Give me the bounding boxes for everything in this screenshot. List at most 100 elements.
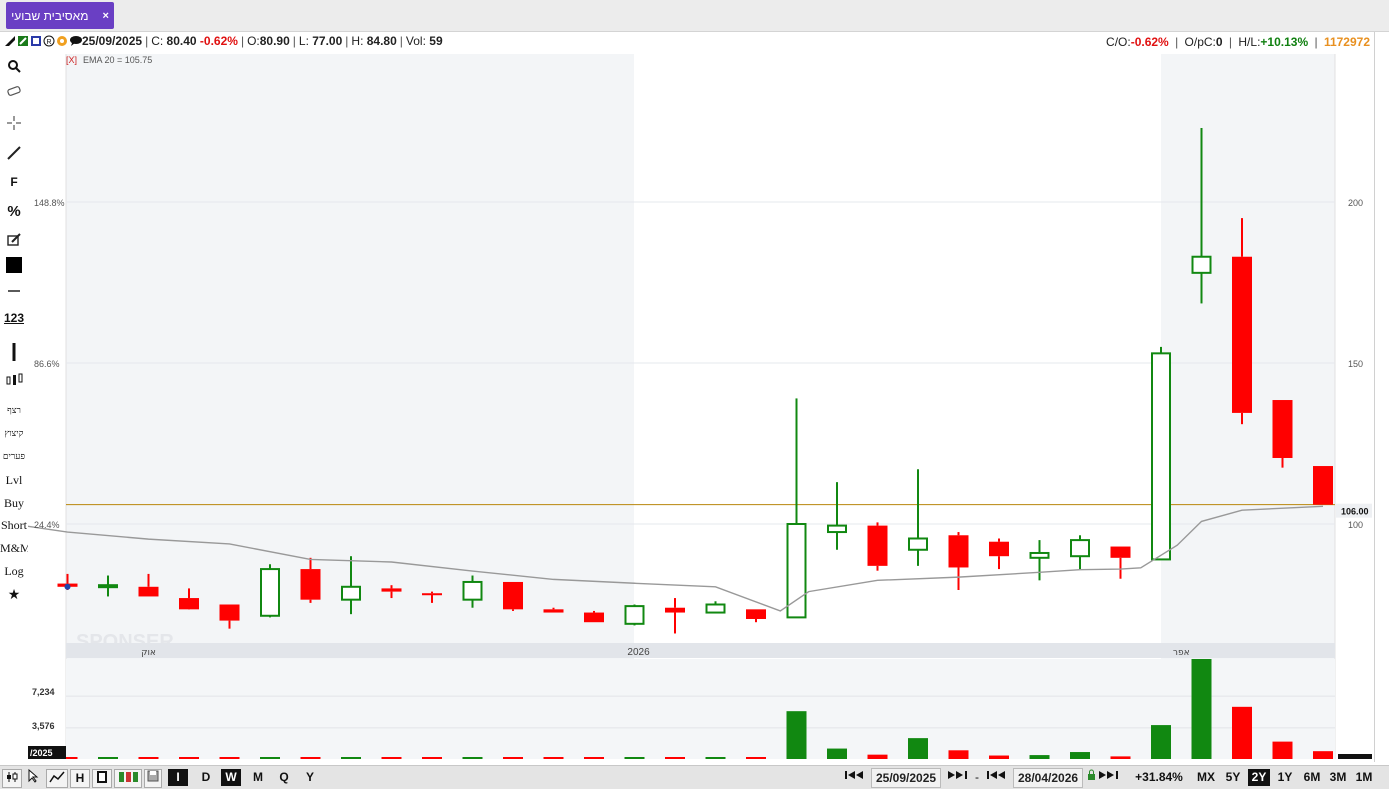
hlc-bar-icon[interactable]: H xyxy=(70,769,90,788)
candle-body-up xyxy=(341,585,361,601)
jump-first-icon[interactable] xyxy=(843,769,869,786)
opc-label: O/pC: xyxy=(1184,35,1216,49)
fibonacci-tool[interactable]: F xyxy=(0,175,28,189)
volume-bar xyxy=(665,757,685,759)
volume-bar xyxy=(543,757,564,759)
candle[interactable] xyxy=(260,564,280,618)
line-style-icon[interactable] xyxy=(0,285,28,299)
line-chart-icon[interactable] xyxy=(46,769,68,788)
y-tick-right: 150 xyxy=(1348,359,1363,369)
hollow-candle-icon[interactable] xyxy=(92,769,112,788)
toolbar-item-cut[interactable]: קיצוץ xyxy=(0,428,28,439)
toolbar-item-buy[interactable]: Buy xyxy=(0,496,28,511)
toolbar-item-gaps[interactable]: פערים xyxy=(0,451,28,462)
candle-body-down xyxy=(422,593,442,596)
candle[interactable] xyxy=(624,604,645,626)
candle-body-down xyxy=(948,535,969,568)
toolbar-item-short[interactable]: Short xyxy=(0,518,28,533)
candle[interactable] xyxy=(1151,346,1171,561)
candle[interactable] xyxy=(503,581,523,611)
registered-icon[interactable]: R xyxy=(43,35,55,47)
favorite-star-icon[interactable]: ★ xyxy=(0,586,28,603)
step-back-icon[interactable] xyxy=(985,769,1011,786)
candle[interactable] xyxy=(1272,400,1293,468)
candle[interactable] xyxy=(584,610,604,623)
lock-jump-last-icon[interactable] xyxy=(1086,769,1126,786)
candle[interactable] xyxy=(1313,466,1333,505)
y-tick-left: 148.8% xyxy=(34,198,65,208)
top-bar: מאסיבית שבועי × xyxy=(0,0,1389,32)
change-value: -0.62% xyxy=(199,34,238,48)
volume-bar xyxy=(1029,755,1050,759)
edit-icon[interactable] xyxy=(17,35,29,47)
eraser-icon[interactable] xyxy=(0,85,28,100)
indicators-icon[interactable] xyxy=(2,769,22,788)
vertical-line-icon[interactable] xyxy=(0,341,28,366)
range-2y[interactable]: 2Y xyxy=(1248,769,1270,786)
period-quarterly[interactable]: Q xyxy=(274,769,294,786)
draw-pen-icon[interactable] xyxy=(4,35,16,47)
crosshair-icon[interactable] xyxy=(0,115,28,134)
toolbar-item-lvl[interactable]: Lvl xyxy=(0,473,28,488)
volume-bar xyxy=(1313,751,1333,759)
date-from[interactable]: 25/09/2025 xyxy=(871,768,942,788)
percent-tool[interactable]: % xyxy=(0,203,28,220)
range-1y[interactable]: 1Y xyxy=(1274,769,1296,786)
candle-body-down xyxy=(1110,546,1131,558)
chart-tab[interactable]: מאסיבית שבועי × xyxy=(6,2,114,29)
candle-type-icon[interactable] xyxy=(0,372,28,391)
toolbar-item-log[interactable]: Log xyxy=(0,564,28,579)
right-scroll-edge[interactable] xyxy=(1374,32,1389,762)
period-monthly[interactable]: M xyxy=(248,769,268,786)
candle-body-up xyxy=(98,584,118,589)
color-candle-icon[interactable] xyxy=(114,769,142,788)
trendline-icon[interactable] xyxy=(0,145,28,164)
period-intraday[interactable]: I xyxy=(168,769,188,786)
candle-body-down xyxy=(138,586,159,597)
toolbar-item-sequence[interactable]: רצף xyxy=(0,405,28,416)
volume-bar xyxy=(1110,756,1131,759)
note-icon[interactable] xyxy=(0,233,28,250)
cursor-icon[interactable] xyxy=(24,768,42,786)
volume-bar xyxy=(260,757,280,759)
candle[interactable] xyxy=(867,522,888,571)
volume-bar xyxy=(462,757,483,759)
volume-bar xyxy=(705,757,726,759)
document-icon[interactable] xyxy=(30,35,42,47)
low-value: 77.00 xyxy=(312,34,343,48)
toolbar-item-mm[interactable]: M&M xyxy=(0,541,31,556)
range-max[interactable]: MX xyxy=(1194,769,1218,786)
range-6m[interactable]: 6M xyxy=(1300,769,1324,786)
save-icon[interactable] xyxy=(144,769,162,788)
volume-bar xyxy=(138,757,159,759)
indicator-toggle[interactable]: [X] xyxy=(66,55,77,65)
time-axis-band xyxy=(66,643,1335,658)
volume-tick-low: 3,576 xyxy=(32,721,55,731)
search-icon[interactable] xyxy=(0,59,28,76)
date-range-dash: - xyxy=(975,770,979,784)
x-label-apr: אפר xyxy=(1173,648,1190,658)
target-icon[interactable] xyxy=(56,35,68,47)
volume-bar xyxy=(381,757,402,759)
number-tool[interactable]: 123 xyxy=(0,311,28,325)
range-1m[interactable]: 1M xyxy=(1353,769,1375,786)
color-picker-icon[interactable] xyxy=(0,256,28,279)
volume-bar xyxy=(1070,752,1090,759)
step-forward-icon[interactable] xyxy=(944,769,970,786)
range-5y[interactable]: 5Y xyxy=(1222,769,1244,786)
comment-icon[interactable] xyxy=(69,35,82,47)
candle-body-up xyxy=(1070,539,1090,558)
period-weekly[interactable]: W xyxy=(221,769,241,786)
period-daily[interactable]: D xyxy=(196,769,216,786)
close-tab-icon[interactable]: × xyxy=(102,10,108,22)
range-3m[interactable]: 3M xyxy=(1327,769,1349,786)
chart-tab-title: מאסיבית שבועי xyxy=(11,8,89,23)
period-yearly[interactable]: Y xyxy=(300,769,320,786)
volume-bar xyxy=(989,755,1009,759)
volume-tick-high: 7,234 xyxy=(32,687,55,697)
price-chart[interactable]: [X] EMA 20 = 105.75 SPONSER 106.00 10024… xyxy=(28,54,1374,764)
date-to[interactable]: 28/04/2026 xyxy=(1013,768,1084,788)
candle-body-up xyxy=(705,603,726,614)
hl-label: H/L: xyxy=(1238,35,1261,49)
candle-body-down xyxy=(989,541,1009,557)
